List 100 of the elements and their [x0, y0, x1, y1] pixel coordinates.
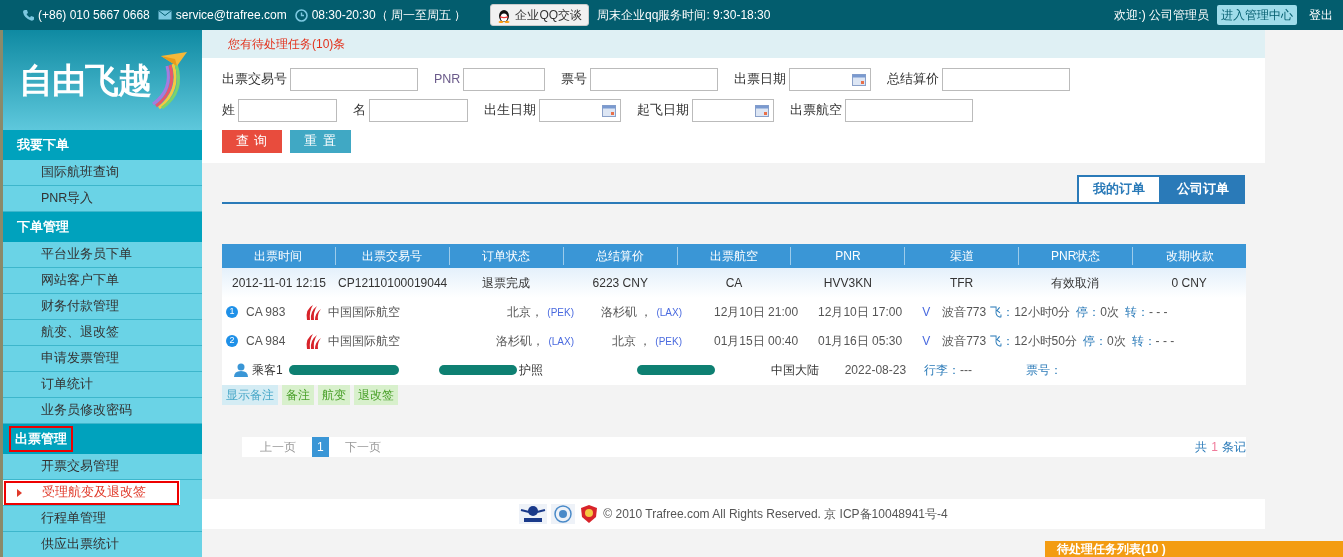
- column-header: 出票交易号: [335, 246, 450, 265]
- arrow-icon: [17, 488, 22, 497]
- table-cell-text: 有效取消: [1050, 274, 1101, 292]
- paper-plane-rainbow-drawing: [151, 50, 187, 110]
- field-label: 出生日期: [484, 102, 536, 120]
- input-field[interactable]: [845, 99, 973, 122]
- field-label: 名: [353, 102, 366, 120]
- departure-time: 12月10日 21:00: [714, 304, 799, 321]
- menu-section-header: 出票管理: [9, 425, 73, 453]
- date-field[interactable]: [539, 99, 621, 122]
- order-tab[interactable]: 我的订单: [1077, 174, 1161, 202]
- passenger-name: 乘客1: [252, 362, 283, 379]
- transfer-info: - - -: [1148, 304, 1168, 321]
- total-label: 条记: [1222, 438, 1246, 456]
- table-cell-text: CP12110100019044: [337, 274, 449, 292]
- table-cell-text: CA: [724, 274, 744, 292]
- email-address: service@trafree.com: [175, 7, 287, 24]
- cabin-class: V: [922, 333, 931, 350]
- field-label: 起飞日期: [637, 102, 689, 120]
- arrival-time: 12月10日 17:00: [818, 304, 903, 321]
- qq-chat-button[interactable]: 企业QQ交谈: [490, 4, 590, 26]
- sidebar-menu-item[interactable]: 财务付款管理: [3, 294, 202, 320]
- business-hours: 08:30-20:30（ 周一至周五 ）: [311, 7, 467, 24]
- table-cell-text: 0 CNY: [1170, 274, 1208, 292]
- sidebar-menu-item[interactable]: 受理航变及退改签: [3, 480, 180, 506]
- calendar-icon: [755, 104, 769, 117]
- field-label: 姓: [222, 102, 235, 120]
- transfer-info-label: 转：: [1131, 333, 1156, 350]
- flight-number: CA 984: [246, 333, 286, 350]
- segment-number: 1: [226, 306, 238, 318]
- calendar-icon: [852, 73, 867, 86]
- globe-wings-icon: [519, 503, 548, 524]
- phone-icon: [22, 9, 34, 21]
- sidebar-menu-item[interactable]: 航变、退改签: [3, 320, 202, 346]
- input-field[interactable]: [942, 68, 1071, 91]
- passenger-date: 2022-08-23: [844, 362, 907, 379]
- stop-count-label: 停：: [1076, 304, 1101, 321]
- pending-task-notice: 您有待处理任务(10)条: [228, 36, 346, 53]
- transfer-info-label: 转：: [1124, 304, 1149, 321]
- column-header: 出票航空: [677, 246, 792, 265]
- document-type: 护照: [518, 362, 543, 379]
- phone-number: (+86) 010 5667 0668: [38, 7, 150, 24]
- city-name: 北京，: [507, 304, 544, 321]
- stop-count-label: 停：: [1082, 333, 1107, 350]
- airport-code: (LAX): [656, 305, 682, 320]
- city-name: 洛杉矶，: [496, 333, 545, 350]
- airline-logo-icon: [304, 332, 322, 350]
- aircraft-type: 波音773: [942, 304, 987, 321]
- field-label: 出票日期: [734, 71, 787, 89]
- order-tab[interactable]: 公司订单: [1161, 174, 1245, 202]
- welcome-text: 欢迎:) 公司管理员: [1114, 7, 1209, 24]
- input-field[interactable]: [238, 99, 337, 122]
- table-cell-text: 6223 CNY: [591, 274, 649, 292]
- copyright-text: © 2010 Trafree.com All Rights Reserved. 京 ICP备10048941号-4: [603, 505, 948, 523]
- sidebar-menu-item[interactable]: 供应出票统计: [3, 532, 202, 557]
- departure-time: 01月15日 00:40: [714, 333, 799, 350]
- column-header: 改期收款: [1164, 247, 1215, 265]
- menu-section-header: 我要下单: [16, 136, 70, 154]
- date-field[interactable]: [789, 68, 872, 91]
- sidebar-menu-item[interactable]: 国际航班查询: [3, 160, 202, 186]
- task-list-panel: 待处理任务列表(10 ): [1045, 541, 1343, 557]
- input-field[interactable]: [463, 68, 546, 91]
- column-header: PNR: [791, 246, 906, 265]
- search-form-button[interactable]: 查 询: [222, 130, 283, 153]
- column-header: 出票时间: [222, 246, 336, 265]
- baggage-value: ---: [960, 362, 973, 379]
- table-cell-text: 退票完成: [481, 274, 532, 292]
- laurel-emblem-icon: [551, 503, 576, 524]
- table-cell-text: TFR: [948, 274, 975, 292]
- input-field[interactable]: [290, 68, 418, 91]
- airline-logo-icon: [304, 303, 322, 321]
- flight-duration-label: 飞：: [990, 333, 1015, 350]
- mail-icon: [157, 10, 172, 20]
- input-field[interactable]: [590, 68, 719, 91]
- date-field[interactable]: [692, 99, 774, 122]
- city-name: 洛杉矶 ，: [601, 304, 653, 321]
- penguin-icon: [497, 7, 512, 23]
- sidebar-menu-item[interactable]: 平台业务员下单: [3, 242, 202, 268]
- field-label: 票号: [561, 71, 588, 89]
- field-label: 总结算价: [887, 71, 940, 89]
- arrival-time: 01月16日 05:30: [818, 333, 903, 350]
- menu-section-header: 下单管理: [16, 218, 70, 236]
- airline-name: 中国国际航空: [328, 304, 400, 321]
- flight-duration: 12小时50分: [1014, 333, 1077, 350]
- table-cell-text: HVV3KN: [822, 274, 873, 292]
- admin-center-button[interactable]: 进入管理中心: [1217, 5, 1297, 25]
- column-header: 渠道: [905, 246, 1020, 265]
- airline-name: 中国国际航空: [328, 333, 400, 350]
- stop-count: 0次: [1106, 333, 1126, 350]
- flight-number: CA 983: [246, 304, 286, 321]
- airport-code: (PEK): [547, 305, 574, 320]
- sidebar-menu-item[interactable]: 网站客户下单: [3, 268, 202, 294]
- field-label: 出票交易号: [222, 71, 287, 89]
- sidebar-menu-item[interactable]: 订单统计: [3, 372, 202, 398]
- calendar-icon: [602, 104, 616, 117]
- flight-duration: 12小时0分: [1014, 304, 1071, 321]
- input-field[interactable]: [369, 99, 468, 122]
- shield-badge-icon: [579, 503, 600, 524]
- logout-link[interactable]: 登出: [1309, 6, 1333, 24]
- sidebar-menu-item[interactable]: 申请发票管理: [3, 346, 202, 372]
